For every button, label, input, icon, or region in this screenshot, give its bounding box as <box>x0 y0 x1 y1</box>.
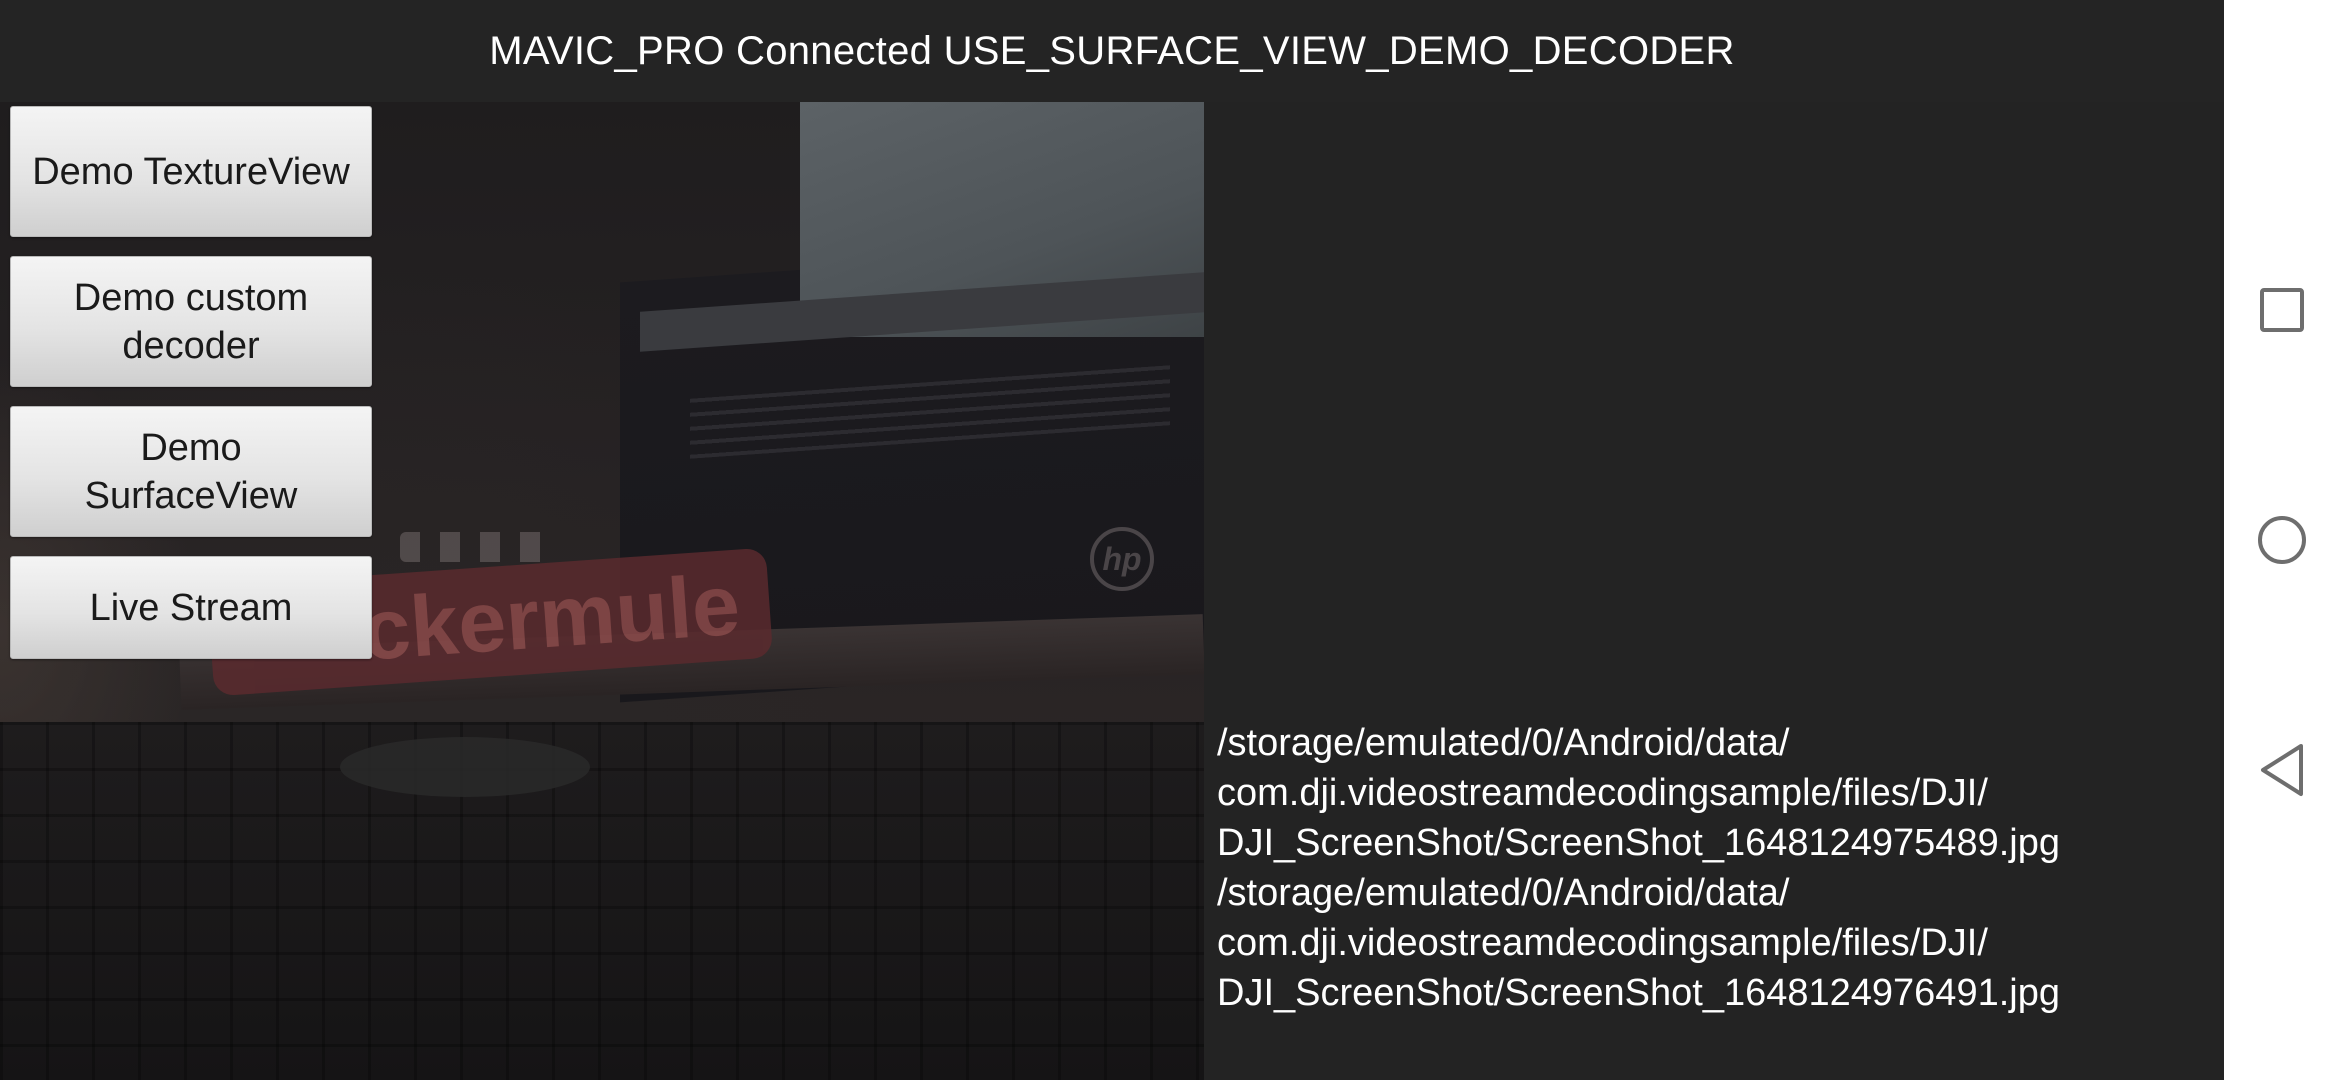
log-line: /storage/emulated/0/Android/data/ <box>1217 722 1790 764</box>
log-line: DJI_ScreenShot/ScreenShot_1648124975489.… <box>1217 822 2060 864</box>
home-icon <box>2258 516 2306 564</box>
back-button[interactable] <box>2224 710 2340 830</box>
log-line: DJI_ScreenShot/ScreenShot_1648124976491.… <box>1217 972 2060 1014</box>
video-keyboard <box>0 722 1204 1080</box>
video-trackpad <box>340 737 590 797</box>
recents-icon <box>2260 288 2304 332</box>
log-line: com.dji.videostreamdecodingsample/files/… <box>1217 922 1988 964</box>
demo-button-panel: Demo TextureView Demo custom decoder Dem… <box>10 106 372 678</box>
screenshot-log: /storage/emulated/0/Android/data/ com.dj… <box>1217 718 2217 1018</box>
hp-logo: hp <box>1090 527 1154 591</box>
video-taskbar-icons <box>400 532 560 562</box>
recents-button[interactable] <box>2224 250 2340 370</box>
live-stream-button[interactable]: Live Stream <box>10 556 372 659</box>
demo-surfaceview-button[interactable]: Demo SurfaceView <box>10 406 372 537</box>
system-navigation-bar <box>2224 0 2340 1080</box>
demo-custom-decoder-button[interactable]: Demo custom decoder <box>10 256 372 387</box>
log-line: com.dji.videostreamdecodingsample/files/… <box>1217 772 1988 814</box>
connection-status-title: MAVIC_PRO Connected USE_SURFACE_VIEW_DEM… <box>0 0 2224 102</box>
home-button[interactable] <box>2224 480 2340 600</box>
app-screen: MAVIC_PRO Connected USE_SURFACE_VIEW_DEM… <box>0 0 2340 1080</box>
demo-textureview-button[interactable]: Demo TextureView <box>10 106 372 237</box>
back-icon <box>2261 744 2303 796</box>
log-line: /storage/emulated/0/Android/data/ <box>1217 872 1790 914</box>
